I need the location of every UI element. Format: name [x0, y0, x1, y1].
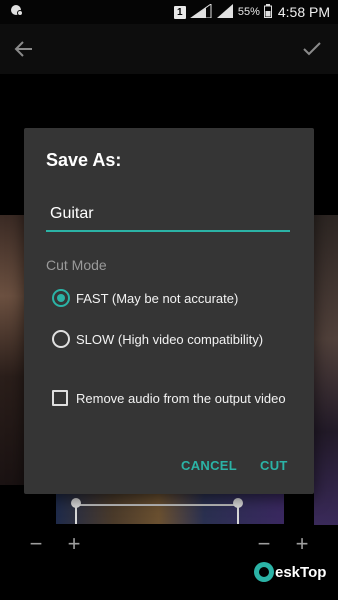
slow-mode-radio[interactable]	[52, 330, 70, 348]
status-time: 4:58 PM	[277, 4, 330, 20]
app-toolbar	[0, 24, 338, 74]
filename-input[interactable]	[46, 202, 290, 232]
cancel-button[interactable]: CANCEL	[181, 458, 237, 473]
fast-mode-option[interactable]: FAST (May be not accurate)	[52, 286, 238, 310]
remove-audio-checkbox[interactable]	[52, 390, 68, 406]
fast-mode-label: FAST (May be not accurate)	[76, 290, 239, 306]
battery-percent: 55%	[237, 6, 260, 18]
slow-mode-label: SLOW (High video compatibility)	[76, 331, 264, 347]
battery-icon	[263, 3, 272, 21]
cut-button[interactable]: CUT	[260, 458, 288, 473]
zoom-in-right-button[interactable]: +	[290, 532, 314, 556]
slow-mode-option[interactable]: SLOW (High video compatibility)	[52, 327, 263, 351]
video-preview-left	[0, 215, 24, 485]
remove-audio-label: Remove audio from the output video	[76, 390, 286, 406]
trim-range-bar	[76, 504, 240, 506]
zoom-out-right-button[interactable]: −	[252, 532, 276, 556]
remove-audio-option[interactable]: Remove audio from the output video	[52, 386, 286, 410]
sim-badge: 1	[173, 5, 186, 19]
trim-start-stem	[75, 506, 77, 524]
video-timeline[interactable]	[56, 494, 284, 524]
zoom-in-left-button[interactable]: +	[62, 532, 86, 556]
signal-icon	[189, 2, 212, 21]
trim-end-stem	[237, 506, 239, 524]
arrow-left-icon[interactable]	[12, 37, 36, 61]
desktop-logo-icon	[254, 562, 274, 582]
cut-mode-label: Cut Mode	[46, 257, 107, 273]
status-bar: 1 55% 4:58 PM	[0, 0, 338, 24]
fast-mode-radio[interactable]	[52, 289, 70, 307]
save-as-dialog: Save As: Cut Mode FAST (May be not accur…	[24, 128, 314, 494]
watermark-text: eskTop	[275, 563, 327, 581]
zoom-out-left-button[interactable]: −	[24, 532, 48, 556]
video-preview-right	[314, 215, 338, 525]
watermark: eskTop	[254, 562, 326, 582]
dialog-title: Save As:	[46, 150, 122, 170]
signal-icon-2	[216, 3, 234, 21]
checkmark-icon[interactable]	[300, 37, 324, 61]
notification-icon	[10, 3, 24, 22]
